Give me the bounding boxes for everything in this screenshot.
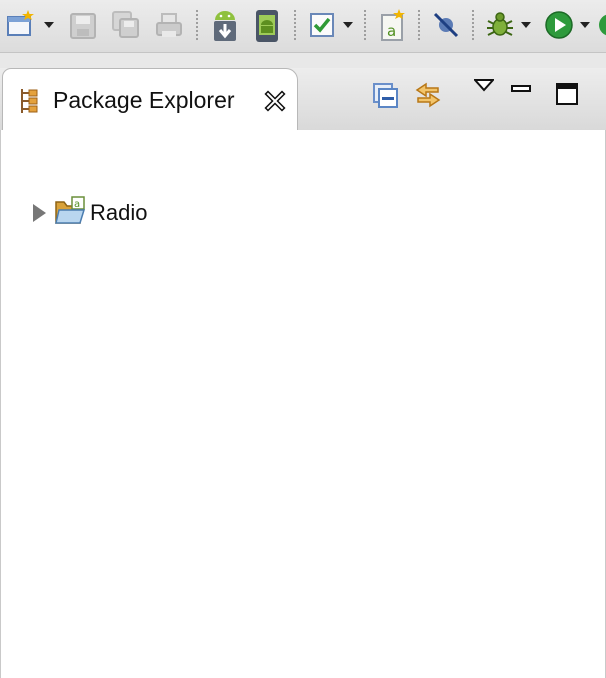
new-android-project-icon: a (381, 9, 405, 41)
package-explorer-icon (21, 89, 38, 113)
minimize-icon (511, 85, 531, 92)
tab-package-explorer[interactable]: Package Explorer (2, 68, 298, 131)
android-sdk-manager-icon (214, 11, 236, 41)
run-dropdown[interactable] (580, 22, 590, 28)
debug-button[interactable] (484, 8, 516, 44)
toolbar-separator (418, 9, 420, 41)
link-with-editor-icon (415, 82, 441, 108)
view-menu-icon (472, 79, 496, 92)
toolbar-separator (294, 9, 296, 41)
external-tools-button[interactable] (598, 8, 606, 44)
tab-title: Package Explorer (53, 87, 235, 113)
toolbar-separator (364, 9, 366, 41)
skip-breakpoints-button[interactable] (431, 8, 461, 44)
collapse-all-button[interactable] (372, 80, 400, 115)
view-menu-button[interactable] (472, 78, 496, 97)
maximize-icon (556, 83, 578, 105)
package-explorer-view: Package Explorer a Radio (0, 68, 606, 678)
print-icon (156, 13, 182, 37)
debug-dropdown[interactable] (521, 22, 531, 28)
new-wizard-button[interactable] (6, 8, 36, 44)
svg-text:a: a (387, 22, 396, 40)
maximize-button[interactable] (555, 82, 579, 111)
toolbar-separator (196, 9, 198, 41)
save-all-icon (112, 11, 139, 38)
lint-check-dropdown[interactable] (343, 22, 353, 28)
tree-item-label[interactable]: Radio (90, 200, 147, 226)
new-wizard-icon (7, 10, 34, 36)
save-all-button[interactable] (110, 8, 142, 44)
view-tab-bar: Package Explorer (0, 68, 606, 131)
save-icon (70, 13, 96, 39)
svg-text:a: a (74, 199, 80, 210)
collapse-all-icon (373, 83, 398, 108)
new-wizard-dropdown[interactable] (44, 22, 54, 28)
run-button[interactable] (543, 8, 575, 44)
package-explorer-tree[interactable]: a Radio (0, 130, 606, 678)
save-button[interactable] (68, 8, 98, 44)
new-android-project-button[interactable]: a (378, 8, 408, 44)
skip-breakpoints-icon (433, 12, 459, 38)
print-button[interactable] (153, 8, 185, 44)
debug-icon (487, 12, 513, 36)
android-avd-manager-icon (256, 10, 278, 42)
minimize-button[interactable] (510, 82, 532, 100)
lint-check-button[interactable] (307, 8, 337, 44)
close-tab-icon[interactable] (264, 90, 286, 112)
expand-chevron-icon[interactable] (33, 204, 46, 222)
toolbar-separator (472, 9, 474, 41)
run-icon (545, 11, 573, 39)
link-with-editor-button[interactable] (412, 80, 444, 115)
external-tools-icon (599, 14, 606, 36)
android-project-folder-icon: a (55, 196, 86, 224)
main-toolbar: a (0, 0, 606, 53)
android-sdk-manager-button[interactable] (209, 8, 241, 44)
lint-check-icon (310, 13, 334, 37)
android-avd-manager-button[interactable] (252, 8, 282, 44)
